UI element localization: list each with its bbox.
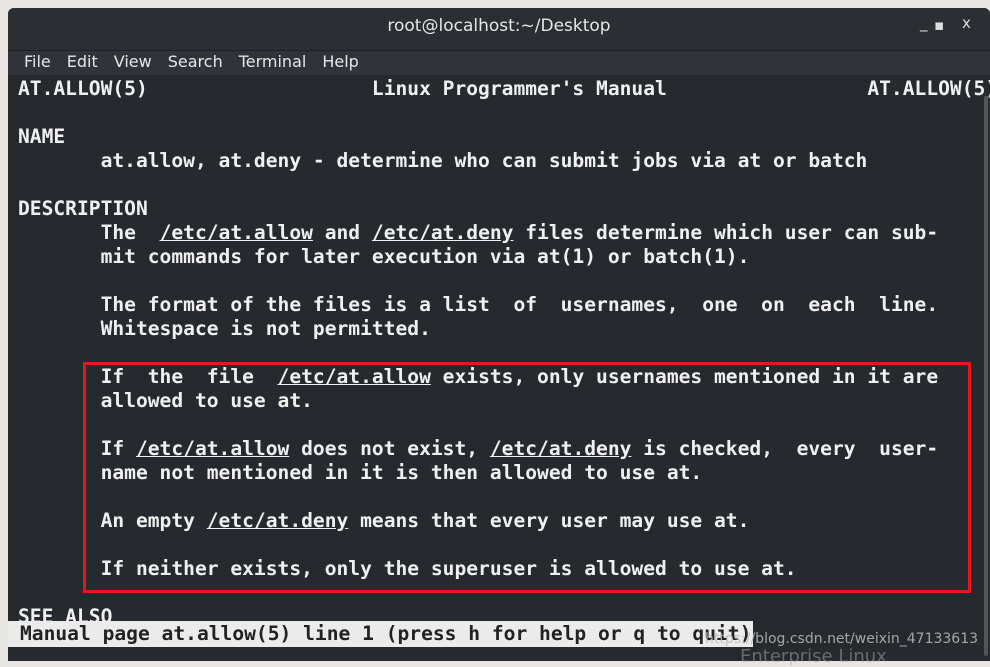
- file-path: /etc/at.allow: [159, 221, 313, 244]
- watermark: https://blog.csdn.net/weixin_47133613: [705, 631, 979, 647]
- menu-view[interactable]: View: [106, 51, 160, 75]
- window-title: root@localhost:~/Desktop: [387, 16, 611, 36]
- man-text: The format of the files is a list of use…: [18, 293, 939, 316]
- man-text: and: [312, 221, 372, 244]
- menu-search[interactable]: Search: [160, 51, 231, 75]
- menu-terminal[interactable]: Terminal: [231, 51, 315, 75]
- man-line: AT.ALLOW(5) Linux Programmer's Manual AT…: [18, 77, 990, 101]
- man-line: Whitespace is not permitted.: [18, 317, 431, 341]
- title-bar[interactable]: root@localhost:~/Desktop _ ▪ x: [8, 8, 990, 51]
- man-text: (1) or: [560, 245, 644, 268]
- man-text: NAME: [18, 125, 66, 148]
- command-ref: batch: [643, 245, 703, 268]
- background-text: Enterprise Linux: [740, 646, 887, 667]
- menu-file[interactable]: File: [16, 51, 59, 75]
- file-path: /etc/at.deny: [371, 221, 514, 244]
- man-line: The /etc/at.allow and /etc/at.deny files…: [18, 221, 939, 245]
- minimize-button[interactable]: _: [920, 14, 928, 32]
- man-line: mit commands for later execution via at(…: [18, 245, 750, 269]
- man-text: DESCRIPTION: [18, 197, 148, 220]
- man-text: Whitespace is not permitted.: [18, 317, 431, 340]
- man-line: at.allow, at.deny - determine who can su…: [18, 149, 868, 173]
- highlight-box: [83, 362, 971, 593]
- man-text: mit commands for later execution via: [18, 245, 538, 268]
- command-ref: at: [537, 245, 561, 268]
- menu-bar: File Edit View Search Terminal Help: [8, 51, 990, 75]
- man-text: (1).: [702, 245, 750, 268]
- man-line: DESCRIPTION: [18, 197, 148, 221]
- man-text: files determine which user can sub-: [513, 221, 939, 244]
- close-button[interactable]: x: [962, 14, 971, 32]
- man-line: NAME: [18, 125, 65, 149]
- pager-status-line: Manual page at.allow(5) line 1 (press h …: [8, 621, 754, 647]
- menu-help[interactable]: Help: [314, 51, 366, 75]
- man-text: AT.ALLOW(5) Linux Programmer's Manual AT…: [18, 77, 990, 100]
- man-text: at.allow, at.deny - determine who can su…: [18, 149, 868, 172]
- menu-edit[interactable]: Edit: [59, 51, 106, 75]
- man-line: The format of the files is a list of use…: [18, 293, 939, 317]
- man-text: The: [18, 221, 160, 244]
- scrollbar[interactable]: [984, 96, 988, 656]
- maximize-button[interactable]: ▪: [934, 16, 944, 34]
